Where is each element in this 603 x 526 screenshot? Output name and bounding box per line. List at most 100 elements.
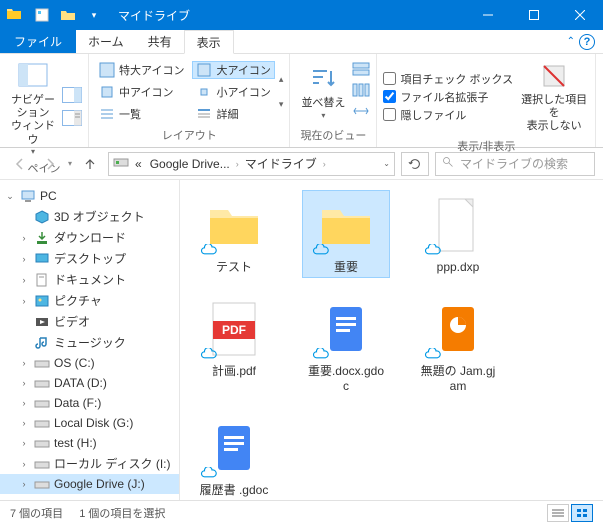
chevron-right-icon[interactable]: › <box>236 159 239 169</box>
address-dropdown[interactable]: ⌄ <box>383 159 390 168</box>
expand-icon[interactable]: › <box>18 378 30 388</box>
addcolumns-icon[interactable] <box>352 83 370 100</box>
breadcrumb-seg2[interactable]: マイドライブ <box>243 155 319 172</box>
qat-dropdown-icon[interactable]: ▾ <box>82 3 106 27</box>
view-icons-button[interactable] <box>571 504 593 522</box>
tree-local-i[interactable]: ›ローカル ディスク (I:) <box>0 453 179 474</box>
layout-scroll-down-icon[interactable]: ▾ <box>279 99 284 110</box>
ribbon-group-currentview-label: 現在のビュー <box>296 125 370 145</box>
checkbox-hidden-input[interactable] <box>383 108 396 121</box>
expand-icon[interactable]: › <box>18 398 30 408</box>
file-item[interactable]: 重要.docx.gdoc <box>302 294 390 397</box>
minimize-button[interactable] <box>465 0 511 30</box>
address-bar[interactable]: « Google Drive... › マイドライブ › ⌄ <box>108 152 395 176</box>
tree-3d-objects[interactable]: 3D オブジェクト <box>0 206 179 227</box>
navigation-pane-button[interactable]: ナビゲーション ウィンドウ ▾ <box>6 58 60 158</box>
checkbox-file-extensions[interactable]: ファイル名拡張子 <box>383 89 513 105</box>
expand-icon[interactable]: › <box>18 358 30 368</box>
tree-downloads[interactable]: ›ダウンロード <box>0 227 179 248</box>
tab-home[interactable]: ホーム <box>76 30 136 53</box>
tree-music[interactable]: ミュージック <box>0 332 179 353</box>
nav-back-button[interactable] <box>8 152 32 176</box>
layout-medium-icons[interactable]: 中アイコン <box>95 84 188 100</box>
nav-up-button[interactable] <box>78 152 102 176</box>
help-button[interactable]: ? <box>579 34 595 50</box>
tab-view[interactable]: 表示 <box>184 30 234 54</box>
expand-icon[interactable]: ⌄ <box>4 191 16 202</box>
ribbon-collapse-icon[interactable]: ⌃ <box>567 36 575 47</box>
expand-icon[interactable]: › <box>18 438 30 448</box>
qat-properties-icon[interactable] <box>30 3 54 27</box>
window-controls <box>465 0 603 30</box>
tab-file[interactable]: ファイル <box>0 30 76 53</box>
ribbon-group-pane: ナビゲーション ウィンドウ ▾ ペイン <box>0 54 89 147</box>
titlebar-left: ▾ マイドライブ <box>0 3 190 27</box>
folder-icon <box>6 6 22 25</box>
nav-history-dropdown[interactable]: ▾ <box>68 159 72 168</box>
tree-os-c[interactable]: ›OS (C:) <box>0 353 179 373</box>
file-item[interactable]: 重要 <box>302 190 390 278</box>
qat-newfolder-icon[interactable] <box>56 3 80 27</box>
extra-large-icon <box>99 62 115 78</box>
file-item[interactable]: 履歴書 .gdoc <box>190 413 278 500</box>
breadcrumb-seg1[interactable]: Google Drive... <box>148 157 232 171</box>
expand-icon[interactable]: › <box>18 254 30 264</box>
layout-small-icons[interactable]: 小アイコン <box>192 84 274 100</box>
tree-pictures[interactable]: ›ピクチャ <box>0 290 179 311</box>
layout-scroll-up-icon[interactable]: ▴ <box>279 74 284 85</box>
nav-forward-button[interactable] <box>38 152 62 176</box>
tree-test-h[interactable]: ›test (H:) <box>0 433 179 453</box>
expand-icon[interactable]: › <box>18 459 30 469</box>
tree-data-d[interactable]: ›DATA (D:) <box>0 373 179 393</box>
tree-pc[interactable]: ⌄PC <box>0 186 179 206</box>
details-pane-icon[interactable] <box>62 110 82 129</box>
layout-large-icons[interactable]: 大アイコン <box>192 61 274 79</box>
chevron-right-icon[interactable]: › <box>323 159 326 169</box>
navigation-tree[interactable]: ⌄PC 3D オブジェクト ›ダウンロード ›デスクトップ ›ドキュメント ›ピ… <box>0 180 180 500</box>
status-selection: 1 個の項目を選択 <box>79 505 165 521</box>
search-box[interactable]: マイドライブの検索 <box>435 152 595 176</box>
checkbox-item-checkboxes[interactable]: 項目チェック ボックス <box>383 71 513 87</box>
close-button[interactable] <box>557 0 603 30</box>
sizecolumns-icon[interactable] <box>352 104 370 121</box>
checkbox-itemcheckboxes-input[interactable] <box>383 72 396 85</box>
refresh-button[interactable] <box>401 152 429 176</box>
file-item[interactable]: テスト <box>190 190 278 278</box>
checkbox-hidden-files[interactable]: 隠しファイル <box>383 107 513 123</box>
file-item[interactable]: ppp.dxp <box>414 190 502 278</box>
file-item[interactable]: PDF計画.pdf <box>190 294 278 397</box>
tree-documents[interactable]: ›ドキュメント <box>0 269 179 290</box>
ribbon-group-currentview: 並べ替え ▾ 現在のビュー <box>290 54 377 147</box>
tree-data-f[interactable]: ›Data (F:) <box>0 393 179 413</box>
expand-icon[interactable]: › <box>18 275 30 285</box>
drive-icon <box>34 355 50 371</box>
ribbon-group-options: オプション ▾ <box>596 54 603 147</box>
ribbon: ナビゲーション ウィンドウ ▾ ペイン 特大アイコン 大アイコン 中アイコン 小… <box>0 54 603 148</box>
drive-icon <box>34 375 50 391</box>
expand-icon[interactable]: › <box>18 296 30 306</box>
view-details-button[interactable] <box>547 504 569 522</box>
maximize-button[interactable] <box>511 0 557 30</box>
ribbon-right: ⌃ ? <box>567 30 603 53</box>
tab-share[interactable]: 共有 <box>136 30 184 53</box>
checkbox-extensions-input[interactable] <box>383 90 396 103</box>
layout-list[interactable]: 一覧 <box>95 106 188 122</box>
drive-icon <box>34 456 50 472</box>
content-area[interactable]: テスト重要 ppp.dxp PDF計画.pdf 重要.docx.gdoc 無題の Jam… <box>180 180 603 500</box>
preview-pane-icon[interactable] <box>62 87 82 106</box>
expand-icon[interactable]: › <box>18 479 30 489</box>
hide-selected-button[interactable]: 選択した項目を 表示しない <box>519 58 589 136</box>
expand-icon[interactable]: › <box>18 233 30 243</box>
tree-gdrive-j[interactable]: ›Google Drive (J:) <box>0 474 179 494</box>
tree-desktop[interactable]: ›デスクトップ <box>0 248 179 269</box>
groupby-icon[interactable] <box>352 62 370 79</box>
tree-videos[interactable]: ビデオ <box>0 311 179 332</box>
layout-details[interactable]: 詳細 <box>192 106 274 122</box>
file-item[interactable]: 無題の Jam.gjam <box>414 294 502 397</box>
expand-icon[interactable]: › <box>18 418 30 428</box>
tree-local-g[interactable]: ›Local Disk (G:) <box>0 413 179 433</box>
file-icon: PDF <box>198 298 270 360</box>
search-icon <box>442 156 454 171</box>
layout-extra-large-icons[interactable]: 特大アイコン <box>95 62 188 78</box>
sort-button[interactable]: 並べ替え ▾ <box>296 61 350 121</box>
